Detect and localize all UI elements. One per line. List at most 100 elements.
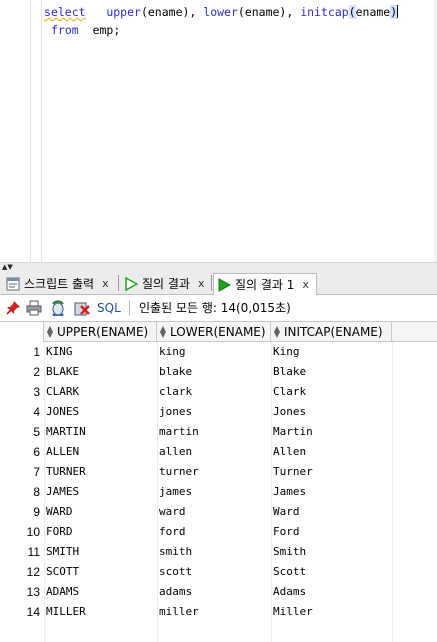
table-row[interactable]: 9 WARD ward Ward: [0, 502, 437, 522]
cell-upper[interactable]: WARD: [46, 502, 73, 522]
keyword-from: from: [51, 23, 79, 37]
table-row[interactable]: 13 ADAMS adams Adams: [0, 582, 437, 602]
tab-script-output[interactable]: 스크립트 출력 x: [2, 273, 116, 295]
cell-initcap[interactable]: Miller: [273, 602, 313, 622]
cell-upper[interactable]: MILLER: [46, 602, 86, 622]
cell-lower[interactable]: adams: [159, 582, 192, 602]
column-label: INITCAP(ENAME): [284, 325, 383, 339]
cell-initcap[interactable]: Clark: [273, 382, 306, 402]
sql-editor[interactable]: select upper(ename), lower(ename), initc…: [0, 0, 437, 262]
code-line-1[interactable]: select upper(ename), lower(ename), initc…: [44, 5, 399, 19]
sort-icon[interactable]: ▲ ▼: [46, 325, 54, 339]
table-row[interactable]: 8 JAMES james James: [0, 482, 437, 502]
table-row[interactable]: 1 KING king King: [0, 342, 437, 362]
cell-lower[interactable]: ward: [159, 502, 186, 522]
lower-args: (ename),: [237, 5, 301, 19]
tab-divider: [211, 275, 212, 291]
cell-initcap[interactable]: Martin: [273, 422, 313, 442]
cell-upper[interactable]: JONES: [46, 402, 79, 422]
refresh-icon[interactable]: [50, 300, 66, 316]
row-number: 2: [33, 365, 40, 379]
pin-icon[interactable]: [5, 300, 21, 316]
sql-button[interactable]: SQL: [97, 300, 121, 316]
column-label: LOWER(ENAME): [170, 325, 266, 339]
table-row[interactable]: 11 SMITH smith Smith: [0, 542, 437, 562]
cell-upper[interactable]: SMITH: [46, 542, 79, 562]
cell-upper[interactable]: BLAKE: [46, 362, 79, 382]
cell-upper[interactable]: ALLEN: [46, 442, 79, 462]
cell-lower[interactable]: ford: [159, 522, 186, 542]
cell-lower[interactable]: allen: [159, 442, 192, 462]
table-row[interactable]: 2 BLAKE blake Blake: [0, 362, 437, 382]
cell-upper[interactable]: MARTIN: [46, 422, 86, 442]
cell-upper[interactable]: KING: [46, 342, 73, 362]
gutter-divider: [30, 0, 31, 262]
cell-initcap[interactable]: Allen: [273, 442, 306, 462]
row-number: 8: [33, 485, 40, 499]
cell-lower[interactable]: clark: [159, 382, 192, 402]
cell-lower[interactable]: king: [159, 342, 186, 362]
code-line-2[interactable]: from emp;: [51, 24, 120, 37]
tab-divider: [118, 275, 119, 291]
cell-upper[interactable]: JAMES: [46, 482, 79, 502]
editor-gutter: [0, 0, 30, 262]
cell-initcap[interactable]: Ward: [273, 502, 300, 522]
table-row[interactable]: 3 CLARK clark Clark: [0, 382, 437, 402]
sort-icon[interactable]: ▲ ▼: [159, 325, 167, 339]
cell-lower[interactable]: jones: [159, 402, 192, 422]
cell-initcap[interactable]: Turner: [273, 462, 313, 482]
tab-query-result[interactable]: 질의 결과 x: [120, 273, 212, 295]
row-number: 5: [33, 425, 40, 439]
cell-lower[interactable]: blake: [159, 362, 192, 382]
cell-upper[interactable]: FORD: [46, 522, 73, 542]
cell-initcap[interactable]: Blake: [273, 362, 306, 382]
cell-upper[interactable]: ADAMS: [46, 582, 79, 602]
table-row[interactable]: 10 FORD ford Ford: [0, 522, 437, 542]
cell-initcap[interactable]: Scott: [273, 562, 306, 582]
cell-initcap[interactable]: King: [273, 342, 300, 362]
cell-upper[interactable]: SCOTT: [46, 562, 79, 582]
cell-lower[interactable]: smith: [159, 542, 192, 562]
collapse-arrows-icon[interactable]: ▲▼: [2, 263, 13, 271]
column-header-upper[interactable]: ▲ ▼ UPPER(ENAME): [44, 322, 157, 342]
cell-initcap[interactable]: Adams: [273, 582, 306, 602]
cell-initcap[interactable]: Jones: [273, 402, 306, 422]
cell-initcap[interactable]: James: [273, 482, 306, 502]
table-row[interactable]: 12 SCOTT scott Scott: [0, 562, 437, 582]
cell-lower[interactable]: martin: [159, 422, 199, 442]
table-row[interactable]: 5 MARTIN martin Martin: [0, 422, 437, 442]
cell-lower[interactable]: james: [159, 482, 192, 502]
column-header-lower[interactable]: ▲ ▼ LOWER(ENAME): [157, 322, 271, 342]
cell-upper[interactable]: TURNER: [46, 462, 86, 482]
toolbar-divider: [129, 300, 130, 316]
cell-lower[interactable]: miller: [159, 602, 199, 622]
close-icon[interactable]: x: [102, 274, 109, 294]
function-upper: upper: [106, 5, 141, 19]
row-number: 7: [33, 465, 40, 479]
cell-lower[interactable]: scott: [159, 562, 192, 582]
table-row[interactable]: 14 MILLER miller Miller: [0, 602, 437, 622]
table-row[interactable]: 4 JONES jones Jones: [0, 402, 437, 422]
result-grid[interactable]: ▲ ▼ UPPER(ENAME) ▲ ▼ LOWER(ENAME) ▲ ▼ INITC…: [0, 321, 437, 642]
cell-initcap[interactable]: Smith: [273, 542, 306, 562]
print-icon[interactable]: [26, 300, 42, 316]
close-icon[interactable]: x: [198, 274, 205, 294]
cancel-icon[interactable]: [74, 300, 90, 316]
paren-open-highlight: (: [348, 5, 356, 19]
cell-lower[interactable]: turner: [159, 462, 199, 482]
function-lower: lower: [203, 5, 238, 19]
cell-initcap[interactable]: Ford: [273, 522, 300, 542]
table-row[interactable]: 7 TURNER turner Turner: [0, 462, 437, 482]
table-name: emp;: [92, 23, 121, 37]
row-number: 4: [33, 405, 40, 419]
paren-close-highlight: ): [390, 5, 398, 19]
pane-splitter[interactable]: ▲▼: [0, 262, 437, 271]
grid-body: 1 KING king King 2 BLAKE blake Blake 3 CLARK clark…: [0, 342, 437, 622]
sort-icon[interactable]: ▲ ▼: [273, 325, 281, 339]
cell-upper[interactable]: CLARK: [46, 382, 79, 402]
close-icon[interactable]: x: [302, 275, 309, 295]
table-row[interactable]: 6 ALLEN allen Allen: [0, 442, 437, 462]
text-caret: [397, 5, 399, 18]
column-header-initcap[interactable]: ▲ ▼ INITCAP(ENAME): [271, 322, 392, 342]
tab-query-result-1[interactable]: 질의 결과 1 x: [213, 273, 317, 296]
